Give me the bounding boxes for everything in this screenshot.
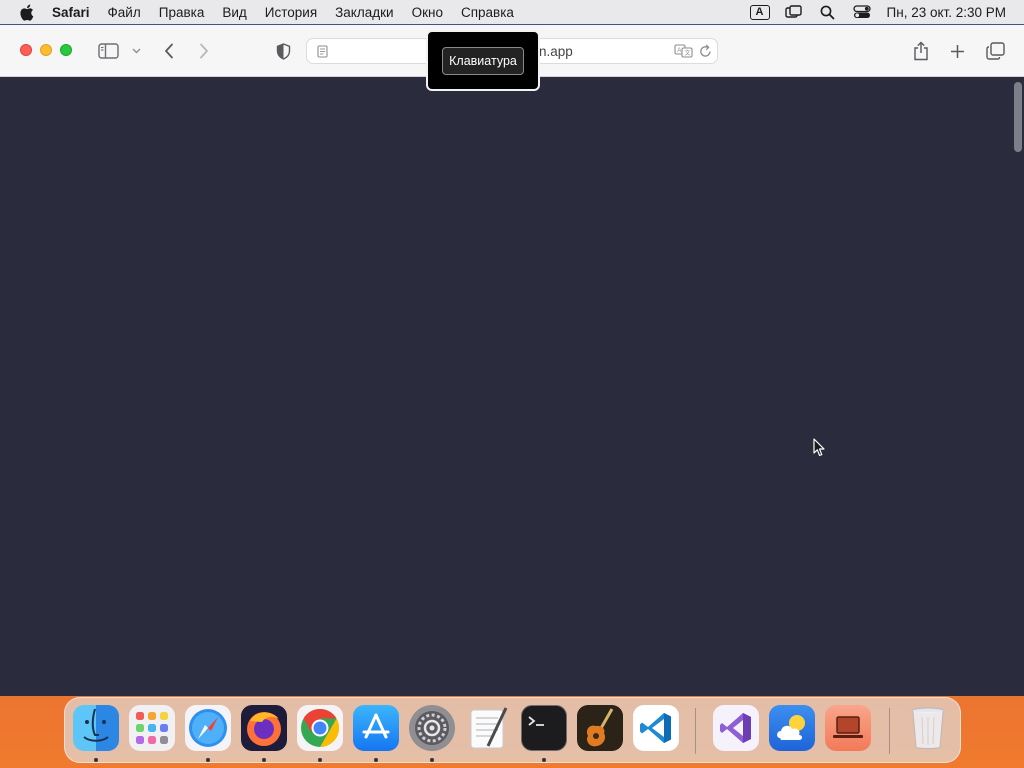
running-indicator [94,758,98,762]
close-window-button[interactable] [20,44,32,56]
running-indicator [206,758,210,762]
terminal-icon[interactable] [521,705,567,751]
minimize-window-button[interactable] [40,44,52,56]
address-url-text: n.app [539,44,573,59]
apple-menu-icon[interactable] [0,4,52,21]
menu-history[interactable]: История [256,5,326,20]
running-indicator [430,758,434,762]
visual-studio-icon[interactable] [713,705,759,751]
system-settings-icon[interactable] [409,705,455,751]
menu-window[interactable]: Окно [403,5,452,20]
trash-icon[interactable] [905,705,951,751]
chrome-icon[interactable] [297,705,343,751]
new-tab-icon[interactable] [947,41,967,61]
zoom-window-button[interactable] [60,44,72,56]
app-store-icon[interactable] [353,705,399,751]
screen-sharing-icon[interactable] [825,705,871,751]
dock [64,697,961,763]
input-source-label: A [749,4,770,20]
vertical-scrollbar[interactable] [1014,82,1022,152]
menu-view[interactable]: Вид [213,5,255,20]
screen-mirroring-icon[interactable] [777,0,811,24]
safari-toolbar: n.app A文 Клавиатура [0,25,1024,91]
svg-text:文: 文 [684,49,690,57]
spotlight-search-icon[interactable] [811,0,845,24]
running-indicator [374,758,378,762]
keyboard-tooltip-label: Клавиатура [442,46,524,75]
safari-icon[interactable] [185,705,231,751]
menu-edit[interactable]: Правка [150,5,214,20]
translate-icon[interactable]: A文 [673,43,693,59]
weather-icon[interactable] [769,705,815,751]
mouse-pointer-icon [813,438,825,462]
running-indicator [262,758,266,762]
share-icon[interactable] [910,39,932,63]
safari-window: n.app A文 Клавиатура [0,25,1024,696]
input-source-icon[interactable]: A [743,0,777,24]
dock-separator [695,708,696,754]
menu-app-safari[interactable]: Safari [52,5,99,20]
textedit-icon[interactable] [465,705,511,751]
running-indicator [318,758,322,762]
control-center-icon[interactable] [845,0,879,24]
menu-file[interactable]: Файл [99,5,150,20]
web-page-content[interactable] [0,78,1024,696]
menu-bar-clock[interactable]: Пн, 23 окт. 2:30 PM [879,5,1024,20]
dock-separator [889,708,890,754]
reload-icon[interactable] [697,43,713,59]
tab-overview-icon[interactable] [984,40,1006,62]
privacy-shield-icon[interactable] [273,40,293,62]
back-button[interactable] [160,41,178,61]
finder-icon[interactable] [73,705,119,751]
launchpad-icon[interactable] [129,705,175,751]
vscode-icon[interactable] [633,705,679,751]
chevron-down-icon[interactable] [129,45,143,57]
reader-page-icon[interactable] [316,44,328,58]
garageband-icon[interactable] [577,705,623,751]
firefox-icon[interactable] [241,705,287,751]
forward-button[interactable] [195,41,213,61]
keyboard-tooltip: Клавиатура [426,30,540,91]
menu-bookmarks[interactable]: Закладки [326,5,402,20]
running-indicator [542,758,546,762]
svg-text:A: A [677,48,681,54]
menu-bar: Safari Файл Правка Вид История Закладки … [0,0,1024,24]
menu-help[interactable]: Справка [452,5,523,20]
sidebar-toggle-icon[interactable] [96,41,120,61]
